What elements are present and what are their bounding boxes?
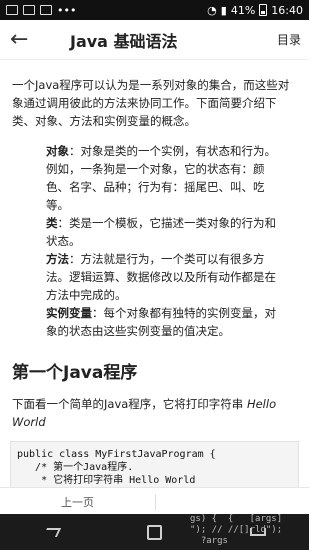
clock: 16:40 [271, 3, 303, 17]
definition-desc: ：方法就是行为，一个类可以有很多方法。逻辑运算、数据修改以及所有动作都是在方法中… [46, 252, 276, 302]
definition-desc: ：对象是类的一个实例，有状态和行为。例如，一条狗是一个对象，它的状态有：颜色、名… [46, 144, 276, 212]
definition-term: 实例变量 [46, 306, 92, 320]
home-icon [147, 524, 162, 540]
definition-item: 实例变量：每个对象都有独特的实例变量，对象的状态由这些实例变量的值决定。 [46, 304, 283, 340]
status-bar: ••• ◔ ▮ 41% 16:40 [0, 0, 309, 20]
previous-page-button[interactable]: 上一页 [0, 493, 156, 510]
article-content[interactable]: 一个Java程序可以认为是一系列对象的集合，而这些对象通过调用彼此的方法来协同工… [0, 62, 309, 488]
battery-percent: 41% [230, 3, 256, 17]
definition-item: 方法：方法就是行为，一个类可以有很多方法。逻辑运算、数据修改以及所有动作都是在方… [46, 250, 283, 304]
definition-term: 方法 [46, 252, 69, 266]
table-of-contents-button[interactable]: 目录 [277, 31, 301, 48]
section-heading: 第一个Java程序 [12, 363, 138, 383]
image-notification-icon [6, 5, 18, 15]
gallery-notification-icon [23, 5, 35, 15]
lead-text: 下面看一个简单的Java程序，它将打印字符串 [12, 397, 247, 411]
definition-desc: ：类是一个模板，它描述一类对象的行为和状态。 [46, 216, 276, 248]
page-navigation: 上一页 [0, 487, 309, 515]
app-bar: ← Java 基础语法 目录 [0, 20, 309, 60]
definition-term: 对象 [46, 144, 69, 158]
intro-paragraph: 一个Java程序可以认为是一系列对象的集合，而这些对象通过调用彼此的方法来协同工… [12, 78, 290, 128]
more-notifications-icon: ••• [57, 3, 77, 17]
recents-icon [42, 527, 61, 537]
section-lead: 下面看一个简单的Java程序，它将打印字符串 Hello World [12, 395, 297, 431]
definition-item: 类：类是一个模板，它描述一类对象的行为和状态。 [46, 214, 283, 250]
wifi-icon: ◔ [207, 3, 217, 17]
recent-apps-button[interactable] [42, 526, 61, 538]
definition-item: 对象：对象是类的一个实例，有状态和行为。例如，一条狗是一个对象，它的状态有：颜色… [46, 142, 283, 214]
battery-icon [259, 4, 268, 16]
definition-term: 类 [46, 216, 58, 230]
overlay-ghost-text: gs) { { [args] "); // //[]rld"); ?args [190, 514, 283, 546]
back-arrow-icon[interactable]: ← [10, 27, 42, 52]
notification-icons: ••• [6, 4, 76, 17]
signal-icon: ▮ [220, 3, 227, 17]
page-title: Java 基础语法 [70, 31, 178, 51]
code-block[interactable]: public class MyFirstJavaProgram { /* 第一个… [10, 441, 299, 488]
home-button[interactable] [147, 524, 163, 540]
definition-list: 对象：对象是类的一个实例，有状态和行为。例如，一条狗是一个对象，它的状态有：颜色… [0, 130, 309, 340]
message-notification-icon [40, 5, 52, 15]
